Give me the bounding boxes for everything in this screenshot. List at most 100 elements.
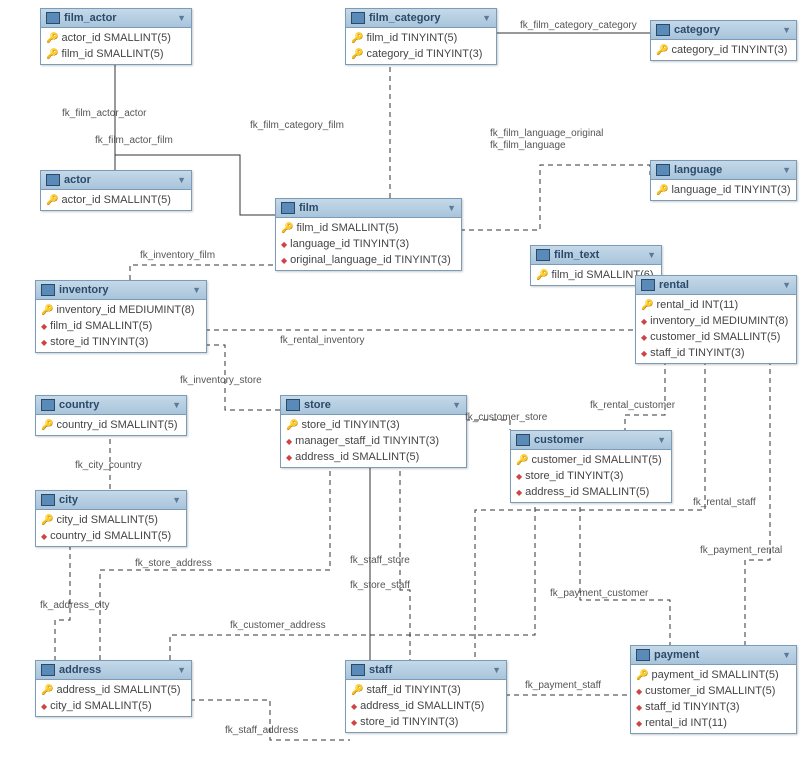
entity-header[interactable]: film_text▼ [531,246,661,265]
key-icon: 🔑 [41,420,53,431]
attribute-text: country_id SMALLINT(5) [56,419,177,431]
attribute-row[interactable]: 🔑city_id SMALLINT(5) [36,512,186,528]
entity-staff[interactable]: staff▼ 🔑staff_id TINYINT(3)◆address_id SM… [345,660,507,733]
attribute-row[interactable]: ◆address_id SMALLINT(5) [511,484,671,500]
attribute-text: staff_id TINYINT(3) [650,347,744,359]
entity-header[interactable]: store▼ [281,396,466,415]
entity-payment[interactable]: payment▼ 🔑payment_id SMALLINT(5)◆customer… [630,645,797,734]
entity-rental[interactable]: rental▼ 🔑rental_id INT(11)◆inventory_id M… [635,275,797,364]
entity-header[interactable]: city▼ [36,491,186,510]
entity-title: actor [64,174,91,186]
attribute-row[interactable]: ◆customer_id SMALLINT(5) [636,329,796,345]
attribute-text: address_id SMALLINT(5) [525,486,649,498]
entity-title: category [674,24,720,36]
attribute-row[interactable]: ◆customer_id SMALLINT(5) [631,683,796,699]
fk-label: fk_inventory_store [180,375,262,386]
attribute-row[interactable]: ◆staff_id TINYINT(3) [631,699,796,715]
attribute-row[interactable]: ◆store_id TINYINT(3) [346,714,506,730]
table-icon [351,12,365,24]
key-icon: 🔑 [351,49,363,60]
attribute-row[interactable]: ◆rental_id INT(11) [631,715,796,731]
fk-icon: ◆ [41,532,47,541]
attribute-row[interactable]: 🔑staff_id TINYINT(3) [346,682,506,698]
attribute-row[interactable]: 🔑category_id TINYINT(3) [651,42,796,58]
entity-address[interactable]: address▼ 🔑address_id SMALLINT(5)◆city_id … [35,660,192,717]
entity-body: 🔑category_id TINYINT(3) [651,40,796,60]
entity-header[interactable]: staff▼ [346,661,506,680]
attribute-row[interactable]: ◆store_id TINYINT(3) [36,334,206,350]
attribute-text: film_id TINYINT(5) [366,32,457,44]
attribute-row[interactable]: 🔑country_id SMALLINT(5) [36,417,186,433]
attribute-row[interactable]: ◆manager_staff_id TINYINT(3) [281,433,466,449]
fk-icon: ◆ [516,488,522,497]
attribute-row[interactable]: 🔑language_id TINYINT(3) [651,182,796,198]
chevron-down-icon: ▼ [177,665,186,675]
attribute-row[interactable]: 🔑address_id SMALLINT(5) [36,682,191,698]
entity-header[interactable]: actor▼ [41,171,191,190]
entity-header[interactable]: inventory▼ [36,281,206,300]
attribute-row[interactable]: ◆original_language_id TINYINT(3) [276,252,461,268]
entity-header[interactable]: film▼ [276,199,461,218]
entity-header[interactable]: film_category▼ [346,9,496,28]
attribute-row[interactable]: ◆address_id SMALLINT(5) [281,449,466,465]
attribute-text: staff_id TINYINT(3) [366,684,460,696]
entity-header[interactable]: category▼ [651,21,796,40]
attribute-text: store_id TINYINT(3) [301,419,399,431]
fk-icon: ◆ [636,703,642,712]
entity-body: 🔑language_id TINYINT(3) [651,180,796,200]
attribute-text: inventory_id MEDIUMINT(8) [56,304,194,316]
attribute-row[interactable]: 🔑actor_id SMALLINT(5) [41,30,191,46]
attribute-row[interactable]: 🔑category_id TINYINT(3) [346,46,496,62]
entity-actor[interactable]: actor▼ 🔑actor_id SMALLINT(5) [40,170,192,211]
entity-header[interactable]: country▼ [36,396,186,415]
key-icon: 🔑 [286,420,298,431]
entity-language[interactable]: language▼ 🔑language_id TINYINT(3) [650,160,797,201]
entity-film_category[interactable]: film_category▼🔑film_id TINYINT(5)🔑catego… [345,8,497,65]
attribute-row[interactable]: ◆address_id SMALLINT(5) [346,698,506,714]
attribute-text: staff_id TINYINT(3) [645,701,739,713]
attribute-row[interactable]: 🔑actor_id SMALLINT(5) [41,192,191,208]
entity-header[interactable]: payment▼ [631,646,796,665]
entity-store[interactable]: store▼🔑store_id TINYINT(3)◆manager_staff… [280,395,467,468]
entity-inventory[interactable]: inventory▼ 🔑inventory_id MEDIUMINT(8)◆fil… [35,280,207,353]
chevron-down-icon: ▼ [192,285,201,295]
attribute-row[interactable]: ◆inventory_id MEDIUMINT(8) [636,313,796,329]
attribute-row[interactable]: 🔑film_id SMALLINT(5) [41,46,191,62]
attribute-row[interactable]: 🔑film_id SMALLINT(5) [276,220,461,236]
entity-city[interactable]: city▼ 🔑city_id SMALLINT(5)◆country_id SMA… [35,490,187,547]
attribute-row[interactable]: 🔑payment_id SMALLINT(5) [631,667,796,683]
entity-country[interactable]: country▼ 🔑country_id SMALLINT(5) [35,395,187,436]
attribute-row[interactable]: ◆film_id SMALLINT(5) [36,318,206,334]
fk-label: fk_address_city [40,600,109,611]
fk-label: fk_customer_store [465,412,547,423]
entity-customer[interactable]: customer▼ 🔑customer_id SMALLINT(5)◆store_… [510,430,672,503]
key-icon: 🔑 [281,223,293,234]
entity-film[interactable]: film▼ 🔑film_id SMALLINT(5)◆language_id TI… [275,198,462,271]
attribute-row[interactable]: ◆store_id TINYINT(3) [511,468,671,484]
attribute-row[interactable]: 🔑customer_id SMALLINT(5) [511,452,671,468]
entity-header[interactable]: film_actor▼ [41,9,191,28]
attribute-text: customer_id SMALLINT(5) [650,331,780,343]
attribute-row[interactable]: 🔑rental_id INT(11) [636,297,796,313]
entity-header[interactable]: address▼ [36,661,191,680]
chevron-down-icon: ▼ [177,13,186,23]
attribute-row[interactable]: ◆staff_id TINYINT(3) [636,345,796,361]
attribute-row[interactable]: 🔑store_id TINYINT(3) [281,417,466,433]
attribute-text: inventory_id MEDIUMINT(8) [650,315,788,327]
entity-header[interactable]: customer▼ [511,431,671,450]
fk-label: fk_film_language_original [490,128,603,139]
attribute-text: actor_id SMALLINT(5) [61,194,170,206]
entity-film_actor[interactable]: film_actor▼ 🔑actor_id SMALLINT(5)🔑film_id… [40,8,192,65]
entity-category[interactable]: category▼ 🔑category_id TINYINT(3) [650,20,797,61]
attribute-row[interactable]: ◆country_id SMALLINT(5) [36,528,186,544]
table-icon [641,279,655,291]
attribute-row[interactable]: 🔑film_id TINYINT(5) [346,30,496,46]
key-icon: 🔑 [46,33,58,44]
fk-label: fk_payment_rental [700,545,782,556]
attribute-row[interactable]: ◆language_id TINYINT(3) [276,236,461,252]
attribute-row[interactable]: ◆city_id SMALLINT(5) [36,698,191,714]
entity-header[interactable]: language▼ [651,161,796,180]
entity-header[interactable]: rental▼ [636,276,796,295]
table-icon [516,434,530,446]
attribute-row[interactable]: 🔑inventory_id MEDIUMINT(8) [36,302,206,318]
